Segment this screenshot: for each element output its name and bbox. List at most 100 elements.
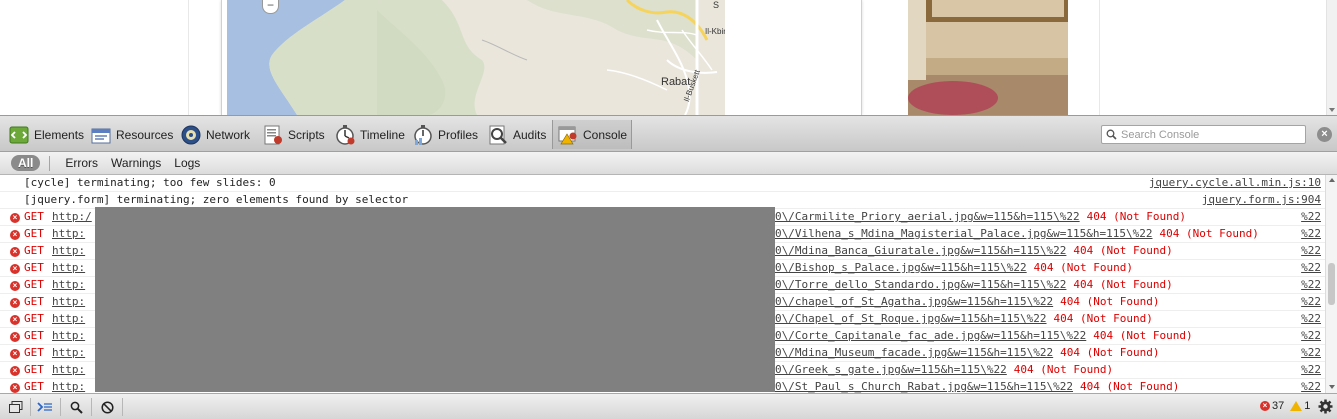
request-method: GET: [24, 346, 44, 359]
request-method: GET: [24, 244, 44, 257]
request-url-link[interactable]: 0\/St_Paul_s_Church_Rabat.jpg&w=115&h=11…: [775, 379, 1179, 393]
dock-toggle-button[interactable]: [6, 398, 26, 416]
log-source-link[interactable]: jquery.cycle.all.min.js:10: [1149, 175, 1321, 191]
request-url-end[interactable]: 0\/St_Paul_s_Church_Rabat.jpg&w=115&h=11…: [775, 380, 1073, 393]
message-counts[interactable]: × 37 1: [1260, 400, 1310, 412]
tab-profiles[interactable]: Profiles: [412, 120, 478, 149]
tab-elements[interactable]: Elements: [8, 120, 84, 149]
request-method: GET: [24, 261, 44, 274]
tab-resources[interactable]: Resources: [90, 120, 173, 149]
request-url-link[interactable]: 0\/Bishop_s_Palace.jpg&w=115&h=115\%22 40…: [775, 260, 1133, 276]
filter-warnings[interactable]: Warnings: [111, 156, 161, 170]
error-status: 404 (Not Found): [1080, 380, 1180, 393]
request-url-start[interactable]: http:: [52, 345, 85, 361]
request-url-start[interactable]: http:: [52, 311, 85, 327]
request-url-start[interactable]: http:: [52, 362, 85, 378]
request-url-link[interactable]: 0\/Carmilite_Priory_aerial.jpg&w=115&h=1…: [775, 209, 1186, 225]
log-source-link[interactable]: jquery.form.js:904: [1202, 192, 1321, 208]
error-count-icon: ×: [1260, 401, 1270, 411]
audits-icon: [489, 125, 507, 144]
filter-all[interactable]: All: [11, 155, 41, 171]
tab-resources-label: Resources: [116, 127, 174, 142]
request-url-end[interactable]: 0\/Carmilite_Priory_aerial.jpg&w=115&h=1…: [775, 210, 1080, 223]
network-icon: [181, 125, 201, 144]
request-url-link[interactable]: 0\/Mdina_Museum_facade.jpg&w=115&h=115\%…: [775, 345, 1160, 361]
request-url-link[interactable]: 0\/Torre_dello_Standardo.jpg&w=115&h=115…: [775, 277, 1173, 293]
request-url-link[interactable]: 0\/chapel_of_St_Agatha.jpg&w=115&h=115\%…: [775, 294, 1160, 310]
tab-console-label: Console: [583, 127, 628, 142]
request-url-end[interactable]: 0\/chapel_of_St_Agatha.jpg&w=115&h=115\%…: [775, 295, 1053, 308]
clear-console-button[interactable]: [97, 398, 117, 416]
error-status: 404 (Not Found): [1033, 261, 1134, 274]
console-scrollbar[interactable]: [1325, 175, 1337, 393]
timeline-icon: [336, 124, 355, 145]
error-source-link[interactable]: %22: [1301, 226, 1321, 242]
request-url-start[interactable]: http:: [52, 328, 85, 344]
statusbar-divider: [30, 398, 31, 416]
request-url-start[interactable]: http:: [52, 243, 85, 259]
request-url-start[interactable]: http:: [52, 379, 85, 393]
error-source-link[interactable]: %22: [1301, 328, 1321, 344]
request-url-start[interactable]: http:/: [52, 209, 92, 225]
map[interactable]: − Rabat Il-Buskett Il-Kbir S: [227, 0, 725, 115]
search-console-input[interactable]: [1121, 128, 1301, 141]
scroll-up-arrow-icon[interactable]: [1329, 178, 1335, 182]
request-url-start[interactable]: http:: [52, 260, 85, 276]
error-source-link[interactable]: %22: [1301, 362, 1321, 378]
request-url-end[interactable]: 0\/Vilhena_s_Mdina_Magisterial_Palace.jp…: [775, 227, 1153, 240]
error-icon: ×: [10, 247, 20, 257]
request-url-start[interactable]: http:: [52, 294, 85, 310]
scroll-down-arrow-icon[interactable]: [1329, 108, 1335, 112]
request-url-end[interactable]: 0\/Mdina_Museum_facade.jpg&w=115&h=115\%…: [775, 346, 1053, 359]
error-status: 404 (Not Found): [1093, 329, 1193, 342]
inspect-search-button[interactable]: [66, 398, 86, 416]
filter-logs[interactable]: Logs: [174, 156, 200, 170]
error-source-link[interactable]: %22: [1301, 277, 1321, 293]
tab-scripts[interactable]: Scripts: [262, 120, 325, 149]
tab-audits[interactable]: Audits: [487, 120, 546, 149]
tab-network[interactable]: Network: [180, 120, 250, 149]
search-console-box[interactable]: [1101, 125, 1306, 144]
request-url-link[interactable]: 0\/Mdina_Banca_Giuratale.jpg&w=115&h=115…: [775, 243, 1173, 259]
web-page-viewport: − Rabat Il-Buskett Il-Kbir S: [0, 0, 1337, 115]
filter-errors[interactable]: Errors: [65, 156, 98, 170]
show-console-button[interactable]: [35, 398, 55, 416]
page-scrollbar[interactable]: [1326, 0, 1337, 115]
request-url-end[interactable]: 0\/Corte_Capitanale_fac_ade.jpg&w=115&h=…: [775, 329, 1086, 342]
scroll-down-arrow-icon[interactable]: [1329, 385, 1335, 389]
settings-button[interactable]: [1318, 399, 1333, 417]
thumbnail-photo[interactable]: [908, 0, 1068, 115]
painting-image: [908, 0, 1068, 115]
close-devtools-icon[interactable]: ×: [1317, 127, 1332, 142]
request-url-link[interactable]: 0\/Greek_s_gate.jpg&w=115&h=115\%22 404 (…: [775, 362, 1113, 378]
error-source-link[interactable]: %22: [1301, 311, 1321, 327]
error-source-link[interactable]: %22: [1301, 260, 1321, 276]
warning-count-icon: [1290, 401, 1303, 411]
request-url-link[interactable]: 0\/Chapel_of_St_Roque.jpg&w=115&h=115\%2…: [775, 311, 1153, 327]
error-source-link[interactable]: %22: [1301, 345, 1321, 361]
tab-timeline[interactable]: Timeline: [334, 120, 405, 149]
request-url-end[interactable]: 0\/Chapel_of_St_Roque.jpg&w=115&h=115\%2…: [775, 312, 1047, 325]
error-icon: ×: [10, 213, 20, 223]
error-source-link[interactable]: %22: [1301, 209, 1321, 225]
error-source-link[interactable]: %22: [1301, 379, 1321, 393]
devtools-panel: Elements Resources Network Scripts Timel…: [0, 115, 1337, 419]
error-status: 404 (Not Found): [1060, 295, 1160, 308]
scroll-thumb[interactable]: [1328, 263, 1335, 305]
error-source-link[interactable]: %22: [1301, 294, 1321, 310]
console-prompt-icon: [37, 402, 52, 412]
console-messages[interactable]: [cycle] terminating; too few slides: 0 j…: [0, 175, 1325, 393]
request-method: GET: [24, 329, 44, 342]
request-url-end[interactable]: 0\/Greek_s_gate.jpg&w=115&h=115\%22: [775, 363, 1007, 376]
request-url-start[interactable]: http:: [52, 277, 85, 293]
error-source-link[interactable]: %22: [1301, 243, 1321, 259]
error-status: 404 (Not Found): [1073, 278, 1173, 291]
error-icon: ×: [10, 230, 20, 240]
request-url-link[interactable]: 0\/Corte_Capitanale_fac_ade.jpg&w=115&h=…: [775, 328, 1193, 344]
request-url-end[interactable]: 0\/Torre_dello_Standardo.jpg&w=115&h=115…: [775, 278, 1066, 291]
request-url-start[interactable]: http:: [52, 226, 85, 242]
request-url-link[interactable]: 0\/Vilhena_s_Mdina_Magisterial_Palace.jp…: [775, 226, 1259, 242]
tab-console[interactable]: Console: [552, 120, 633, 149]
request-url-end[interactable]: 0\/Bishop_s_Palace.jpg&w=115&h=115\%22: [775, 261, 1027, 274]
request-url-end[interactable]: 0\/Mdina_Banca_Giuratale.jpg&w=115&h=115…: [775, 244, 1066, 257]
